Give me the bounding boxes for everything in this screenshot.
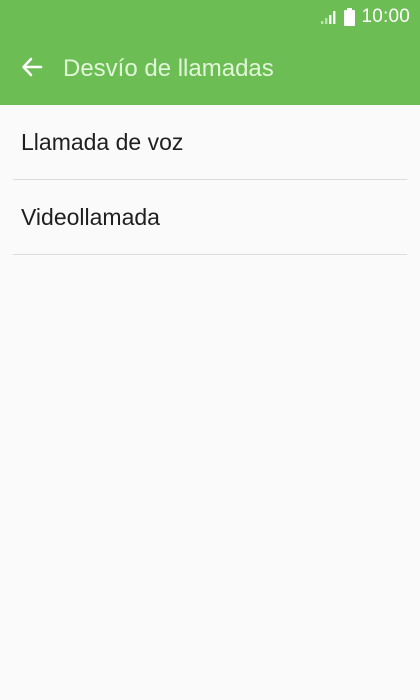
list-item-voice-call[interactable]: Llamada de voz: [0, 105, 420, 179]
title-bar: Desvío de llamadas: [0, 44, 420, 94]
arrow-left-icon: [20, 55, 44, 84]
status-time: 10:00: [361, 6, 410, 27]
signal-icon: [321, 10, 338, 24]
status-bar: 10:00: [0, 0, 420, 33]
list-item-video-call[interactable]: Videollamada: [0, 180, 420, 254]
list-item-label: Videollamada: [21, 203, 160, 230]
status-icons: 10:00: [321, 6, 410, 28]
battery-icon: [344, 8, 356, 26]
app-bar: 10:00 Desvío de llamadas: [0, 0, 420, 105]
list-item-label: Llamada de voz: [21, 128, 184, 155]
divider: [13, 254, 407, 255]
page-title: Desvío de llamadas: [63, 55, 274, 82]
settings-list: Llamada de voz Videollamada: [0, 105, 420, 255]
screen: 10:00 Desvío de llamadas Llamada de voz …: [0, 0, 420, 700]
back-button[interactable]: [8, 45, 56, 93]
